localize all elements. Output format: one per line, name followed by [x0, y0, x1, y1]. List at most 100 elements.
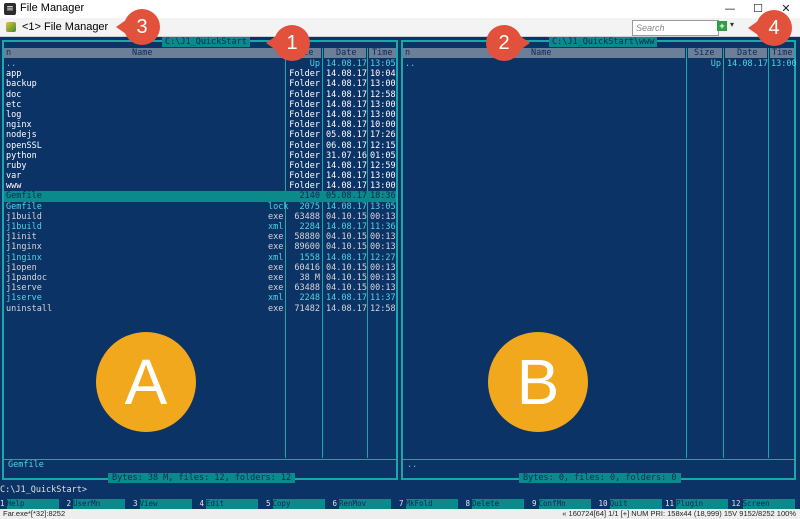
file-row[interactable]: python Folder 31.07.16 01:05: [4, 151, 396, 161]
tab-file-manager[interactable]: <1> File Manager: [2, 19, 114, 35]
column-divider: [686, 48, 687, 458]
file-size: 2075: [299, 201, 320, 212]
file-row[interactable]: Gemfile 2140 05.08.17 18:36: [4, 191, 396, 202]
fkey-2[interactable]: 2 UserMn: [67, 499, 126, 509]
function-key-bar: 1 Help 2 UserMn 3 View 4 Edit 5 Copy 6 RenMov 7 MkFol…: [0, 499, 800, 509]
fkey-10[interactable]: 10 Quit: [599, 499, 662, 509]
fkey-label: Screen: [742, 499, 795, 509]
fkey-label: Quit: [609, 499, 662, 509]
file-row[interactable]: var Folder 14.08.17 13:00: [4, 171, 396, 181]
file-row[interactable]: j1nginx exe 89600 04.10.15 00:13: [4, 242, 396, 252]
file-ext: xml: [268, 222, 284, 232]
fkey-9[interactable]: 9 ConfMn: [532, 499, 591, 509]
file-row[interactable]: app Folder 14.08.17 10:04: [4, 69, 396, 79]
file-time: 10:04: [370, 69, 396, 80]
file-row[interactable]: nodejs Folder 05.08.17 17:26: [4, 130, 396, 140]
file-row[interactable]: www Folder 14.08.17 13:00: [4, 181, 396, 191]
left-panel[interactable]: C:\J1_QuickStart n Name Size Date Time .…: [2, 37, 398, 483]
fkey-8[interactable]: 8 Delete: [466, 499, 525, 509]
file-size: Folder: [289, 130, 320, 141]
fkey-number: 12: [731, 499, 741, 508]
file-date: 14.08.17: [326, 252, 367, 263]
file-row[interactable]: j1serve xml 2248 14.08.17 11:37: [4, 293, 396, 303]
file-size: 2284: [299, 222, 320, 232]
file-size: 60416: [294, 262, 320, 273]
header-name: Name: [132, 48, 153, 58]
fkey-12[interactable]: 12 Screen: [732, 499, 795, 509]
file-row[interactable]: j1build exe 63488 04.10.15 00:13: [4, 212, 396, 222]
search-input[interactable]: [632, 20, 719, 36]
command-line[interactable]: C:\J1_QuickStart>: [0, 485, 87, 495]
left-header-time[interactable]: Time: [369, 48, 396, 58]
left-header-date[interactable]: Date: [324, 48, 366, 58]
file-date: 31.07.16: [326, 150, 367, 161]
column-divider: [723, 48, 724, 458]
file-size: Folder: [289, 109, 320, 120]
file-row[interactable]: j1pandoc exe 38 M 04.10.15 00:13: [4, 273, 396, 283]
file-row[interactable]: nginx Folder 14.08.17 10:00: [4, 120, 396, 130]
file-time: 12:27: [370, 252, 396, 263]
file-size: Folder: [289, 181, 320, 192]
file-row[interactable]: Gemfile lock 2075 14.08.17 13:05: [4, 202, 396, 212]
title-bar: ≡ File Manager — ☐ ✕: [0, 0, 800, 19]
right-panel[interactable]: C:\J1_QuickStart\www n Name Size Date Ti…: [401, 37, 797, 483]
file-row[interactable]: backup Folder 14.08.17 13:00: [4, 79, 396, 89]
right-current-file: ..: [407, 460, 418, 470]
right-header-name[interactable]: n Name: [403, 48, 685, 58]
file-row[interactable]: .. Up 14.08.17 13:00: [403, 59, 797, 69]
new-console-button[interactable]: +: [717, 21, 727, 31]
fkey-3[interactable]: 3 View: [133, 499, 192, 509]
file-row[interactable]: j1init exe 58880 04.10.15 00:13: [4, 232, 396, 242]
console-area: C:\J1_QuickStart n Name Size Date Time .…: [0, 37, 800, 499]
file-row[interactable]: uninstall exe 71482 14.08.17 12:58: [4, 304, 396, 314]
right-file-list: .. Up 14.08.17 13:00: [403, 59, 797, 69]
file-time: 00:13: [370, 211, 396, 222]
right-header-date[interactable]: Date: [725, 48, 767, 58]
fkey-label: Delete: [472, 499, 525, 509]
fkey-4[interactable]: 4 Edit: [200, 499, 259, 509]
right-header-size[interactable]: Size: [688, 48, 722, 58]
callout-pointer: [266, 36, 276, 50]
file-time: 17:26: [370, 130, 396, 141]
file-size: 63488: [294, 211, 320, 222]
left-panel-path[interactable]: C:\J1_QuickStart: [162, 37, 250, 47]
fkey-1[interactable]: 1 Help: [0, 499, 59, 509]
chevron-down-icon[interactable]: ▾: [730, 20, 734, 29]
app-icon: ≡: [4, 3, 16, 15]
file-row[interactable]: j1nginx xml 1558 14.08.17 12:27: [4, 253, 396, 263]
file-row[interactable]: log Folder 14.08.17 13:00: [4, 110, 396, 120]
file-name: www: [6, 181, 22, 192]
file-row[interactable]: openSSL Folder 06.08.17 12:15: [4, 141, 396, 151]
file-size: 1558: [299, 252, 320, 263]
file-size: 71482: [294, 303, 320, 314]
file-size: 2140: [299, 191, 320, 202]
callout-pointer: [520, 36, 530, 50]
fkey-11[interactable]: 11 Plugin: [665, 499, 729, 509]
callout-4: 4: [748, 10, 792, 46]
file-row[interactable]: etc Folder 14.08.17 13:00: [4, 100, 396, 110]
file-date: 04.10.15: [326, 283, 367, 294]
file-row[interactable]: j1open exe 60416 04.10.15 00:13: [4, 263, 396, 273]
file-row[interactable]: j1serve exe 63488 04.10.15 00:13: [4, 283, 396, 293]
fkey-6[interactable]: 6 RenMov: [333, 499, 392, 509]
file-time: 12:15: [370, 140, 396, 151]
file-row[interactable]: doc Folder 14.08.17 12:58: [4, 90, 396, 100]
file-size: Folder: [289, 69, 320, 80]
file-time: 01:05: [370, 150, 396, 161]
header-n: n: [6, 48, 12, 58]
file-row[interactable]: j1build xml 2284 14.08.17 11:36: [4, 222, 396, 232]
status-bar: Far.exe*[*32]:8252 « 160724[64] 1/1 [+] …: [0, 509, 800, 519]
right-panel-path[interactable]: C:\J1_QuickStart\www: [549, 37, 658, 47]
file-date: 14.08.17: [326, 201, 367, 212]
file-row[interactable]: .. Up 14.08.17 13:05: [4, 59, 396, 69]
file-name: app: [6, 69, 22, 80]
file-size: Folder: [289, 160, 320, 171]
fkey-7[interactable]: 7 MkFold: [399, 499, 458, 509]
left-header-name[interactable]: n Name: [4, 48, 284, 58]
right-header-time[interactable]: Time: [770, 48, 794, 58]
file-date: 04.10.15: [326, 242, 367, 253]
panel-a-marker: A: [96, 332, 196, 432]
fkey-5[interactable]: 5 Copy: [266, 499, 325, 509]
file-row[interactable]: ruby Folder 14.08.17 12:59: [4, 161, 396, 171]
minimize-button[interactable]: —: [716, 0, 744, 18]
